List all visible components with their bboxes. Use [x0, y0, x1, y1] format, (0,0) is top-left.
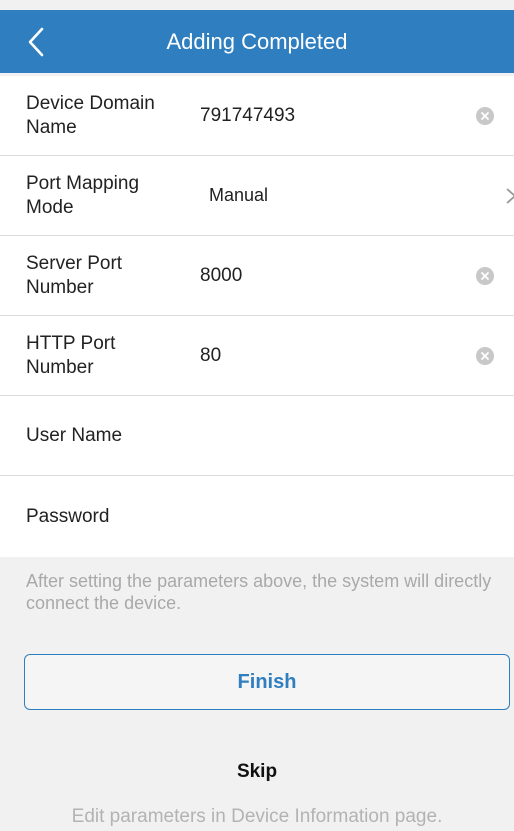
- device-form: Device Domain Name 791747493 Port Mappin…: [0, 76, 514, 557]
- password-row: Password: [0, 476, 514, 557]
- hint-text: After setting the parameters above, the …: [26, 571, 492, 613]
- page-title: Adding Completed: [166, 28, 348, 54]
- server-port-number-input[interactable]: 8000: [200, 236, 242, 315]
- user-name-input[interactable]: [200, 396, 470, 475]
- port-mapping-mode-value: Manual: [209, 185, 269, 205]
- clear-icon[interactable]: [476, 266, 494, 285]
- http-port-number-row: HTTP Port Number 80: [0, 316, 514, 396]
- server-port-number-row: Server Port Number 8000: [0, 236, 514, 316]
- device-domain-name-row: Device Domain Name 791747493: [0, 76, 514, 156]
- password-label: Password: [26, 505, 110, 527]
- skip-button[interactable]: Skip: [0, 750, 514, 794]
- user-name-label: User Name: [26, 424, 123, 446]
- device-domain-name-input[interactable]: 791747493: [200, 76, 295, 155]
- finish-button[interactable]: Finish: [24, 654, 510, 710]
- device-domain-name-label: Device Domain Name: [26, 92, 155, 138]
- header-bar: Adding Completed: [0, 10, 514, 73]
- clear-icon[interactable]: [476, 346, 494, 365]
- port-mapping-mode-row[interactable]: Port Mapping Mode Manual: [0, 156, 514, 236]
- user-name-row: User Name: [0, 396, 514, 476]
- port-mapping-mode-label: Port Mapping Mode: [26, 172, 140, 218]
- footnote-text: Edit parameters in Device Information pa…: [71, 806, 443, 827]
- back-button[interactable]: [18, 20, 54, 64]
- http-port-number-label: HTTP Port Number: [26, 332, 116, 378]
- http-port-number-input[interactable]: 80: [200, 316, 221, 395]
- server-port-number-label: Server Port Number: [26, 252, 123, 298]
- clear-icon[interactable]: [476, 106, 494, 125]
- chevron-left-icon: [28, 27, 44, 57]
- password-input[interactable]: [200, 476, 470, 557]
- chevron-right-icon[interactable]: [504, 186, 514, 206]
